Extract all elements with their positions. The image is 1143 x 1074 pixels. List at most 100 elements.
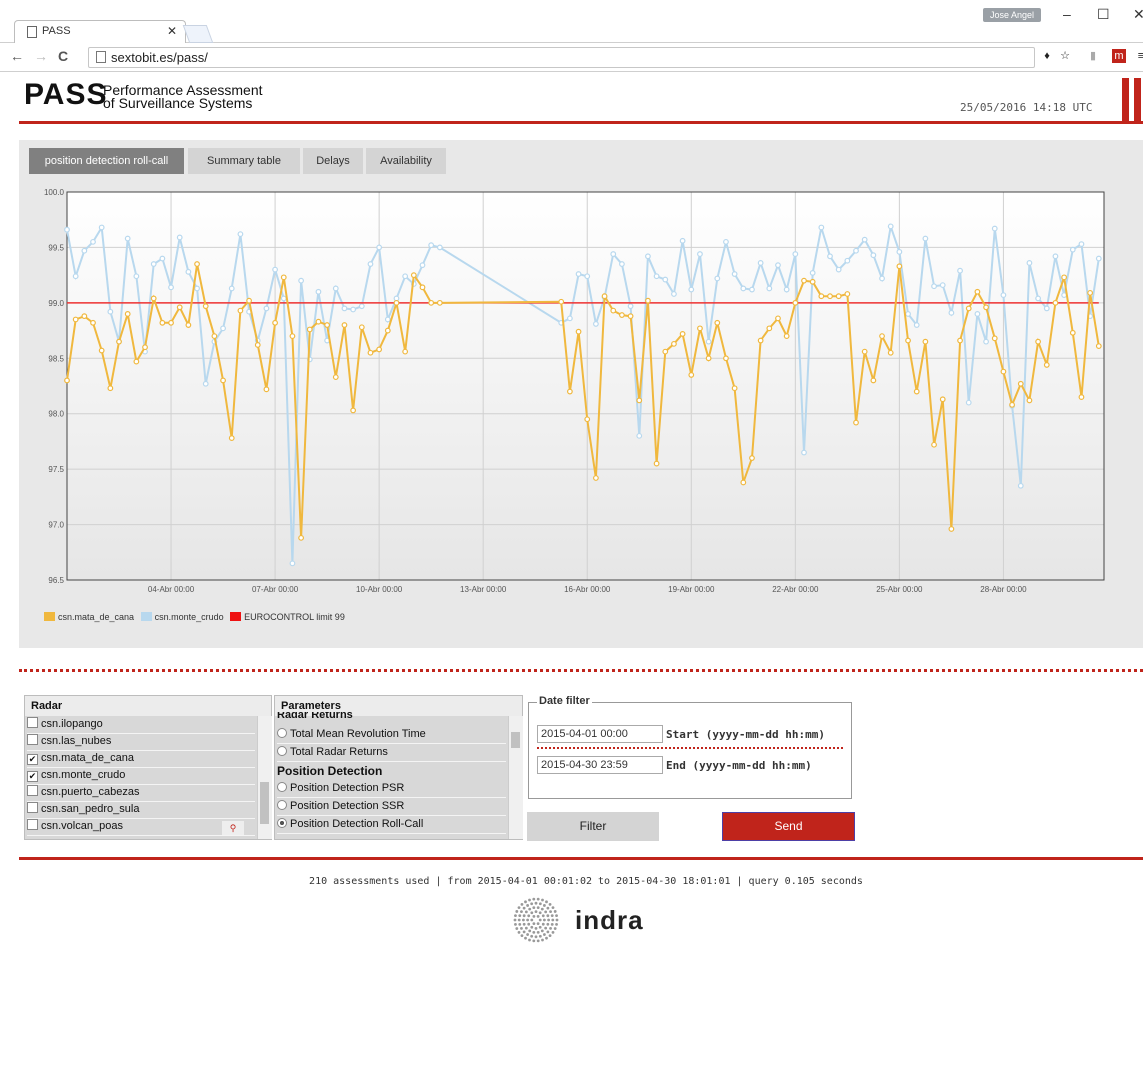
logo-dot <box>538 902 542 906</box>
new-tab-button[interactable] <box>182 25 214 43</box>
browser-tab[interactable]: PASS ✕ <box>14 20 186 43</box>
data-point <box>142 344 148 351</box>
logo-dot <box>528 938 531 942</box>
logo-dot <box>547 918 550 922</box>
checkbox[interactable] <box>27 785 38 796</box>
filter-button[interactable]: Filter <box>527 812 659 841</box>
radar-item[interactable]: csn.san_pedro_sula <box>27 801 255 818</box>
y-tick-label: 97.5 <box>48 465 64 474</box>
radar-item[interactable]: csn.volcan_poas <box>27 818 255 835</box>
data-point <box>775 262 781 269</box>
radio-button[interactable] <box>277 818 287 828</box>
radio-button[interactable] <box>277 746 287 756</box>
send-button[interactable]: Send <box>722 812 855 841</box>
checkbox[interactable]: ✔ <box>27 754 38 765</box>
logo-dot <box>544 926 548 930</box>
reload-icon[interactable]: C <box>58 48 68 64</box>
radar-item[interactable]: csn.puerto_cabezas <box>27 784 255 801</box>
radar-item[interactable]: csn.las_nubes <box>27 733 255 750</box>
forward-icon[interactable]: → <box>34 48 48 64</box>
menu-icon[interactable]: ≡ <box>1134 49 1143 63</box>
checkbox[interactable] <box>27 717 38 728</box>
radar-item[interactable]: ✔ csn.monte_crudo <box>27 767 255 784</box>
radio-button[interactable] <box>277 728 287 738</box>
checkbox[interactable] <box>27 819 38 830</box>
data-point <box>714 275 721 282</box>
data-point <box>879 333 885 340</box>
data-point <box>957 337 963 344</box>
logo-dot <box>555 914 558 918</box>
parameter-option[interactable]: Position Detection SSR <box>277 798 506 815</box>
end-date-input[interactable]: 2015-04-30 23:59 <box>537 756 663 774</box>
data-point <box>1069 329 1076 336</box>
logo-dot <box>528 898 531 902</box>
parameter-option[interactable]: Total Mean Revolution Time <box>277 726 506 743</box>
checkbox[interactable] <box>27 802 38 813</box>
radar-scrollbar[interactable] <box>257 716 272 839</box>
data-point <box>731 385 738 392</box>
parameter-option[interactable]: Total Radar Returns <box>277 744 506 761</box>
logo-dot <box>522 918 525 922</box>
radar-item-label: csn.mata_de_cana <box>41 752 134 764</box>
parameter-label: Position Detection PSR <box>290 782 405 794</box>
data-point <box>566 388 573 395</box>
radar-list: Radar csn.ilopango csn.las_nubes ✔ csn.mata… <box>24 695 272 840</box>
radar-item[interactable]: csn.ilopango <box>27 716 255 733</box>
start-date-input[interactable]: 2015-04-01 00:00 <box>537 725 663 743</box>
parameter-option[interactable]: Position Detection Roll-Call <box>277 816 506 833</box>
data-point <box>315 288 322 295</box>
user-profile-badge[interactable]: Jose Angel <box>983 8 1041 22</box>
minimize-icon[interactable]: – <box>1063 6 1071 22</box>
maximize-icon[interactable]: ☐ <box>1097 6 1110 23</box>
legend-item-mata-de-cana[interactable]: csn.mata_de_cana <box>44 612 134 622</box>
scroll-thumb[interactable] <box>511 732 520 748</box>
search-icon[interactable]: ⚲ <box>222 821 244 835</box>
data-point <box>133 358 140 365</box>
data-point <box>688 286 695 293</box>
extension-red-icon[interactable]: m <box>1112 49 1126 63</box>
radio-button[interactable] <box>277 782 287 792</box>
logo-dot <box>538 925 542 929</box>
data-point <box>627 303 634 310</box>
parameter-option[interactable]: Position Detection PSR <box>277 780 506 797</box>
checkbox[interactable]: ✔ <box>27 771 38 782</box>
logo-dot <box>549 910 552 913</box>
key-icon[interactable]: ♦ <box>1040 49 1054 63</box>
radar-item-label: csn.ilopango <box>41 718 103 730</box>
parameters-scrollbar[interactable] <box>508 716 523 839</box>
logo-dot <box>546 922 550 926</box>
tab-title: PASS <box>42 25 71 37</box>
bookmark-star-icon[interactable]: ☆ <box>1058 49 1072 63</box>
legend-item-monte-crudo[interactable]: csn.monte_crudo <box>140 612 224 622</box>
checkbox[interactable] <box>27 734 38 745</box>
logo-dot <box>530 925 534 929</box>
data-point <box>801 277 807 284</box>
close-tab-icon[interactable]: ✕ <box>167 24 177 38</box>
data-point <box>107 385 114 392</box>
close-window-icon[interactable]: ✕ <box>1133 6 1143 23</box>
logo-dot <box>522 922 526 926</box>
logo-dot <box>536 906 540 909</box>
data-point <box>194 285 200 292</box>
extension-icon[interactable]: ▮ <box>1086 49 1100 63</box>
data-point <box>1000 368 1007 375</box>
logo-dot <box>524 926 528 930</box>
data-point <box>393 299 400 306</box>
url-field[interactable]: sextobit.es/pass/ <box>88 47 1035 68</box>
data-point <box>315 318 322 325</box>
logo-dot <box>550 922 554 926</box>
data-point <box>922 235 929 242</box>
radio-button[interactable] <box>277 800 287 810</box>
data-point <box>818 293 825 300</box>
data-point <box>601 293 608 300</box>
data-point <box>98 224 105 231</box>
data-point <box>679 330 686 337</box>
x-tick-label: 28-Abr 00:00 <box>980 585 1027 594</box>
data-point <box>974 311 981 317</box>
back-icon[interactable]: ← <box>10 48 24 64</box>
parameter-label: Position Detection SSR <box>290 800 405 812</box>
scroll-thumb[interactable] <box>260 782 269 824</box>
legend-item-eurocontrol[interactable]: EUROCONTROL limit 99 <box>230 612 345 622</box>
data-point <box>740 285 747 292</box>
radar-item[interactable]: ✔ csn.mata_de_cana <box>27 750 255 767</box>
